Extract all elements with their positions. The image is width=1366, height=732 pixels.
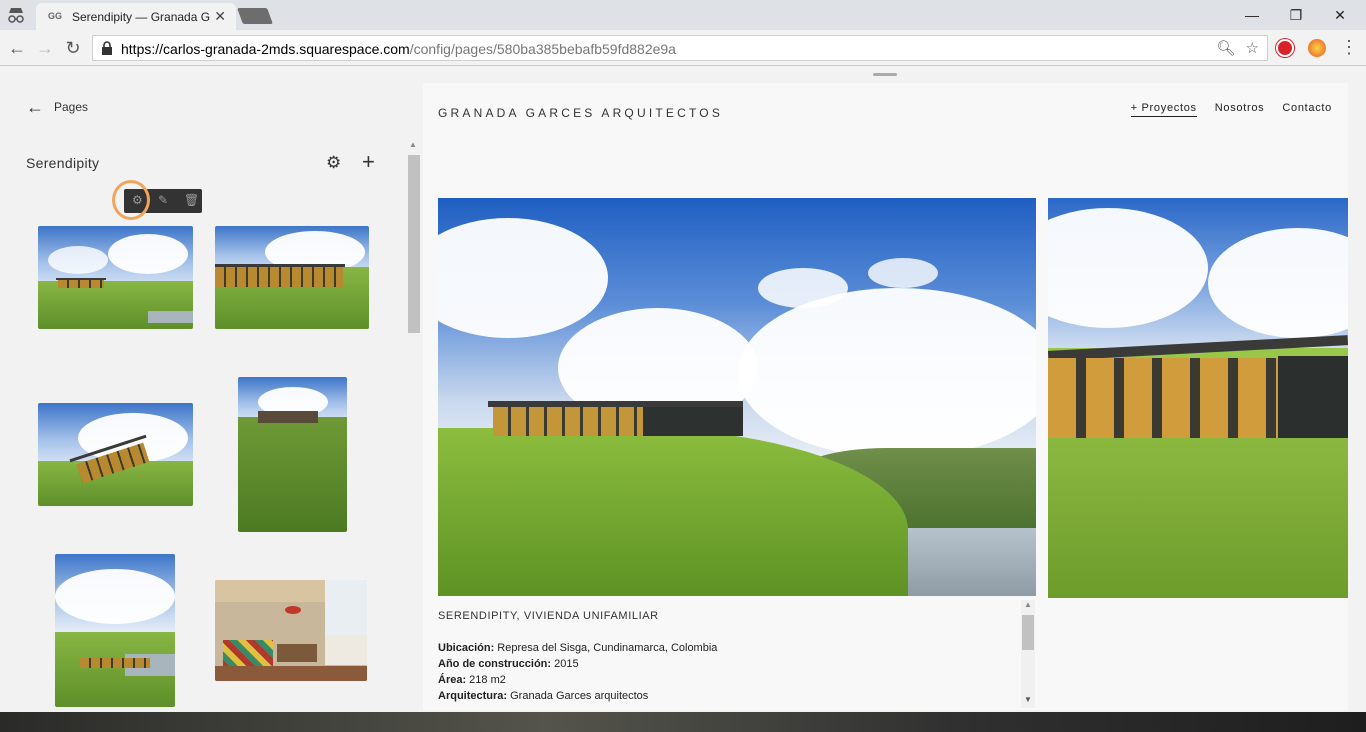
maximize-button[interactable]: ❐ — [1276, 4, 1316, 26]
nav-link-nosotros[interactable]: Nosotros — [1215, 102, 1265, 114]
back-arrow-icon: ← — [26, 97, 44, 117]
url-scheme: https:// — [121, 41, 164, 57]
site-brand[interactable]: GRANADA GARCES ARQUITECTOS — [438, 106, 723, 120]
tab-title: Serendipity — Granada G — [72, 10, 211, 24]
extension-icon[interactable] — [1276, 39, 1294, 57]
caption-title: SERENDIPITY, VIVIENDA UNIFAMILIAR — [438, 610, 659, 622]
site-nav: + Proyectos Nosotros Contacto — [1113, 102, 1332, 117]
project-caption: SERENDIPITY, VIVIENDA UNIFAMILIAR Ubicac… — [438, 610, 1024, 710]
close-tab-icon[interactable]: ✕ — [214, 8, 226, 25]
omnibox-icons: 🔍︎ ☆ — [1216, 39, 1259, 57]
site-preview: GRANADA GARCES ARQUITECTOS + Proyectos No… — [423, 83, 1348, 710]
edit-pencil-icon[interactable]: ✎ — [158, 193, 168, 207]
page-title: Serendipity — [26, 155, 100, 171]
gallery-thumbnail[interactable] — [38, 226, 193, 329]
reload-icon[interactable]: ↻ — [62, 37, 84, 59]
nav-link-contacto[interactable]: Contacto — [1282, 102, 1332, 114]
site-favicon-icon: GG — [48, 11, 63, 21]
detail-label: Año de construcción: — [438, 658, 552, 670]
scrollbar-thumb[interactable] — [1022, 615, 1034, 650]
back-label: Pages — [54, 100, 89, 114]
incognito-icon — [8, 8, 24, 23]
detail-label: Área: — [438, 674, 467, 686]
gallery-thumbnail[interactable] — [38, 403, 193, 506]
detail-value: 2015 — [551, 658, 579, 670]
panel-scrollbar[interactable]: ▲ ▼ — [406, 140, 420, 712]
detail-value: 218 m2 — [466, 674, 506, 686]
address-bar[interactable]: https://carlos-granada-2mds.squarespace.… — [92, 35, 1268, 61]
bookmark-star-icon[interactable]: ☆ — [1246, 40, 1259, 57]
lock-icon — [102, 41, 112, 55]
extension-flame-icon[interactable] — [1308, 39, 1326, 57]
caption-scrollbar[interactable]: ▲ ▼ — [1021, 600, 1035, 708]
highlight-circle — [112, 180, 150, 220]
forward-icon[interactable]: → — [34, 37, 56, 59]
browser-menu-icon[interactable]: ⋮ — [1340, 36, 1358, 58]
detail-row: Arquitectura: Granada Garces arquitectos — [438, 690, 1024, 702]
preview-drag-handle[interactable] — [873, 73, 897, 76]
gallery-thumbnail[interactable] — [215, 226, 369, 329]
hero-image-secondary[interactable] — [1048, 198, 1348, 598]
detail-row: Ubicación: Represa del Sisga, Cundinamar… — [438, 642, 1024, 654]
background-strip — [0, 712, 1366, 732]
delete-trash-icon[interactable]: 🗑︎ — [184, 193, 199, 207]
detail-value: Granada Garces arquitectos — [507, 690, 649, 702]
detail-row: Año de construcción: 2015 — [438, 658, 1024, 670]
hero-image[interactable] — [438, 198, 1036, 596]
detail-label: Arquitectura: — [438, 690, 508, 702]
detail-value: Represa del Sisga, Cundinamarca, Colombi… — [494, 642, 718, 654]
nav-link-proyectos[interactable]: + Proyectos — [1130, 102, 1197, 117]
url-path: /config/pages/580ba385bebafb59fd882e9a — [409, 41, 676, 57]
add-block-plus-icon[interactable]: + — [362, 149, 375, 175]
pages-panel: ← Pages Serendipity ⚙ + ⚙ ✎ 🗑︎ ▲ — [0, 67, 421, 712]
scroll-up-arrow-icon[interactable]: ▲ — [409, 140, 417, 149]
scroll-down-arrow-icon[interactable]: ▼ — [1024, 695, 1032, 704]
browser-toolbar: ← → ↻ https://carlos-granada-2mds.square… — [0, 30, 1366, 66]
gallery-thumbnail[interactable] — [238, 377, 347, 532]
scroll-up-arrow-icon[interactable]: ▲ — [1024, 600, 1032, 609]
page-settings-gear-icon[interactable]: ⚙ — [326, 153, 341, 173]
scrollbar-thumb[interactable] — [408, 155, 420, 333]
back-icon[interactable]: ← — [6, 37, 28, 59]
gallery-thumbnail[interactable] — [55, 554, 175, 707]
title-bar: GG Serendipity — Granada G ✕ — ❐ ✕ — [0, 0, 1366, 30]
detail-row: Área: 218 m2 — [438, 674, 1024, 686]
minimize-button[interactable]: — — [1232, 4, 1272, 26]
browser-tab[interactable]: GG Serendipity — Granada G ✕ — [36, 3, 236, 30]
back-to-pages-link[interactable]: ← Pages — [26, 95, 89, 117]
url-text: https://carlos-granada-2mds.squarespace.… — [121, 41, 676, 57]
url-host: carlos-granada-2mds.squarespace.com — [163, 41, 410, 57]
close-window-button[interactable]: ✕ — [1320, 4, 1360, 26]
detail-label: Ubicación: — [438, 642, 495, 654]
new-tab-button[interactable] — [237, 8, 273, 24]
zoom-icon[interactable]: 🔍︎ — [1216, 40, 1235, 57]
gallery-thumbnail[interactable] — [215, 580, 367, 681]
